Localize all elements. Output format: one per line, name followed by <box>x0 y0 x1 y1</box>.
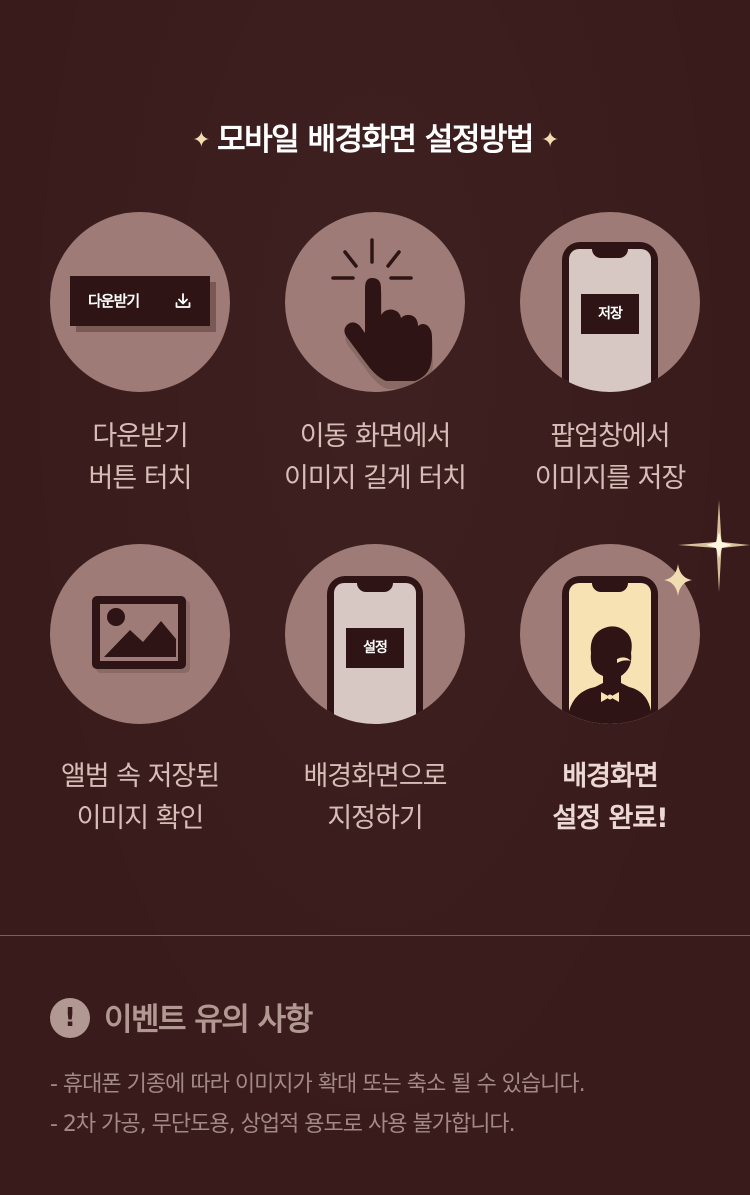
step-3-line-1: 팝업창에서 <box>550 421 670 452</box>
image-icon <box>92 596 190 673</box>
step-1-illustration: 다운받기 <box>50 212 230 392</box>
step-5-caption: 배경화면으로 지정하기 <box>245 756 505 840</box>
sparkle-icon: ✦ <box>192 128 210 153</box>
phone-notch <box>357 583 393 592</box>
save-tag: 저장 <box>581 294 639 334</box>
notice-item: - 2차 가공, 무단도용, 상업적 용도로 사용 불가합니다. <box>50 1112 516 1137</box>
tap-hand-icon <box>331 238 433 389</box>
step-4-line-2: 이미지 확인 <box>76 803 205 834</box>
step-2-illustration <box>285 212 465 392</box>
step-4-caption: 앨범 속 저장된 이미지 확인 <box>10 756 270 840</box>
step-1-line-1: 다운받기 <box>92 421 188 452</box>
step-2-caption: 이동 화면에서 이미지 길게 터치 <box>245 416 505 500</box>
section-divider <box>0 935 750 936</box>
step-5-line-2: 지정하기 <box>327 803 423 834</box>
step-6-line-1: 배경화면 <box>562 761 658 792</box>
step-1-caption: 다운받기 버튼 터치 <box>10 416 270 500</box>
notice-title: 이벤트 유의 사항 <box>104 1002 313 1038</box>
sparkle-icon: ✦ <box>540 128 559 153</box>
step-1-line-2: 버튼 터치 <box>88 463 193 494</box>
warning-icon: ! <box>50 998 90 1038</box>
gentleman-silhouette-icon <box>569 626 651 724</box>
step-6-caption: 배경화면 설정 완료! <box>480 756 740 840</box>
download-button-label: 다운받기 <box>88 292 140 310</box>
phone-notch <box>592 249 628 258</box>
step-3-line-2: 이미지를 저장 <box>534 463 687 494</box>
step-5-line-1: 배경화면으로 <box>303 761 447 792</box>
page-title: ✦ 모바일 배경화면 설정방법 ✦ <box>0 114 750 159</box>
page-title-text: 모바일 배경화면 설정방법 <box>217 122 534 158</box>
step-4-illustration <box>50 544 230 724</box>
download-button-illustration: 다운받기 <box>70 276 210 326</box>
step-3-caption: 팝업창에서 이미지를 저장 <box>480 416 740 500</box>
step-2-line-1: 이동 화면에서 <box>299 421 452 452</box>
notice-item: - 휴대폰 기종에 따라 이미지가 확대 또는 축소 될 수 있습니다. <box>50 1072 586 1097</box>
step-6-line-2: 설정 완료! <box>552 803 668 834</box>
step-4-line-1: 앨범 속 저장된 <box>60 761 220 792</box>
step-3-illustration: 저장 <box>520 212 700 392</box>
sparkle-icon <box>664 564 692 596</box>
step-2-line-2: 이미지 길게 터치 <box>283 463 467 494</box>
set-tag: 설정 <box>346 628 404 668</box>
download-icon <box>175 293 191 308</box>
step-5-illustration: 설정 <box>285 544 465 724</box>
